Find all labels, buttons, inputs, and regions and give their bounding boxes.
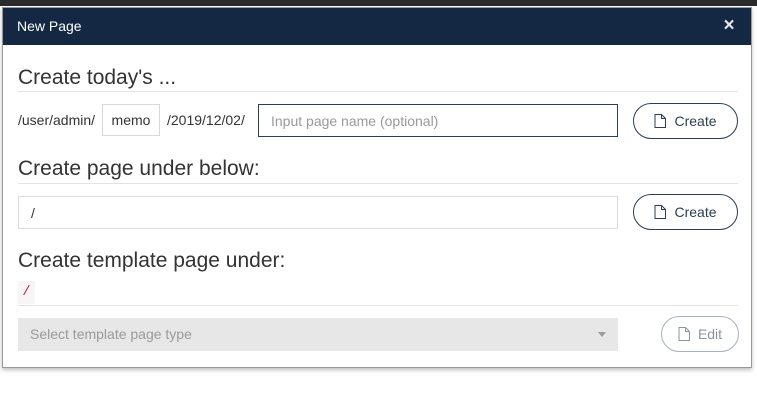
- page-name-input[interactable]: [258, 104, 618, 137]
- new-page-modal: New Page × Create today's ... /user/admi…: [2, 7, 752, 368]
- date-path: /2019/12/02/: [167, 112, 245, 128]
- template-path: /: [18, 281, 35, 304]
- edit-button-label: Edit: [697, 326, 723, 342]
- parent-path-input[interactable]: [18, 196, 618, 229]
- template-select-placeholder: Select template page type: [30, 326, 192, 342]
- section-divider: [18, 91, 738, 92]
- create-button-label: Create: [674, 204, 717, 220]
- modal-header: New Page ×: [3, 8, 751, 45]
- section-divider: [18, 183, 738, 184]
- section-divider: [18, 305, 738, 306]
- memo-segment: memo: [102, 104, 160, 136]
- modal-title: New Page: [17, 18, 82, 34]
- page-backdrop: [0, 0, 757, 6]
- create-button-label: Create: [674, 113, 717, 129]
- edit-template-button[interactable]: Edit: [661, 316, 739, 352]
- create-template-heading: Create template page under:: [18, 249, 286, 272]
- file-icon: [678, 327, 690, 341]
- create-under-button[interactable]: Create: [633, 194, 738, 230]
- create-today-heading: Create today's ...: [18, 66, 177, 89]
- chevron-down-icon: [598, 332, 606, 337]
- user-path-prefix: /user/admin/: [18, 112, 96, 128]
- file-icon: [654, 205, 667, 219]
- close-icon[interactable]: ×: [721, 15, 737, 37]
- file-icon: [654, 114, 667, 128]
- create-under-heading: Create page under below:: [18, 157, 260, 180]
- create-today-button[interactable]: Create: [633, 103, 738, 139]
- template-type-select[interactable]: Select template page type: [18, 318, 618, 351]
